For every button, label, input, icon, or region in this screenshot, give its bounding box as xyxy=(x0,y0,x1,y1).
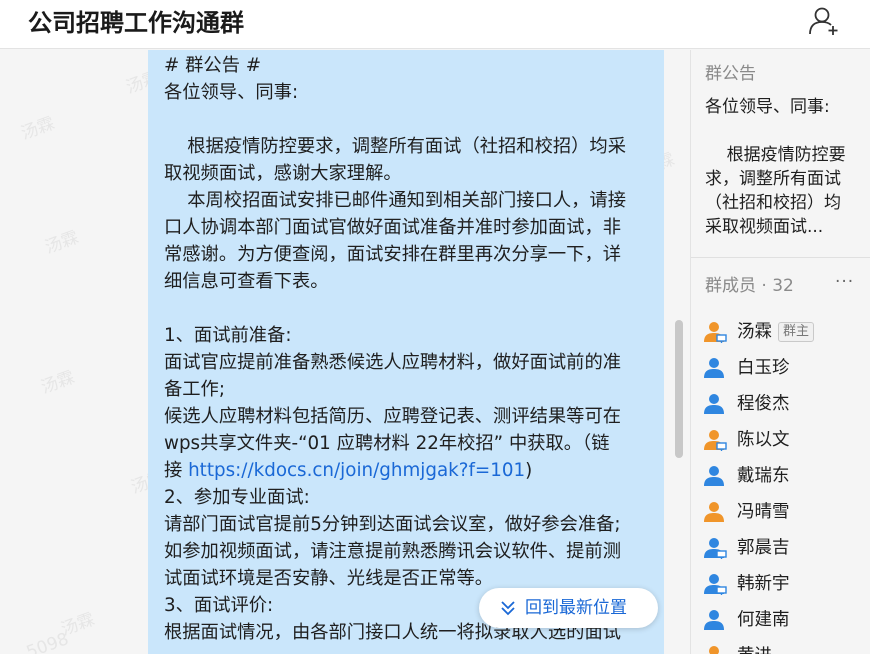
member-item[interactable]: 陈以文 xyxy=(703,422,868,458)
message-line: 细信息可查看下表。 xyxy=(164,271,329,292)
jump-to-latest-button[interactable]: 回到最新位置 xyxy=(479,588,658,628)
member-name: 韩新宇 xyxy=(737,574,790,594)
member-name: 陈以文 xyxy=(737,430,790,450)
member-name: 黄进 xyxy=(737,644,772,654)
notice-preview[interactable]: 各位领导、同事: 根据疫情防控要求，调整所有面试（社招和校招）均采取视频面试..… xyxy=(705,95,855,239)
member-item[interactable]: 白玉珍 xyxy=(703,350,868,386)
owner-badge: 群主 xyxy=(778,322,815,342)
user-icon xyxy=(703,644,727,654)
member-name: 何建南 xyxy=(737,610,790,630)
member-name: 郭晨吉 xyxy=(737,538,790,558)
member-item[interactable]: 冯晴雪 xyxy=(703,494,868,530)
user-icon xyxy=(703,464,727,488)
kdocs-link[interactable]: https://kdocs.cn/join/ghmjgak?f=101 xyxy=(188,460,525,481)
chat-area[interactable]: 汤霖 汤霖 汤霖 汤霖 汤霖 5098 汤霖 汤霖 # 群公告 #各位领导、同事… xyxy=(0,50,690,654)
double-chevron-down-icon xyxy=(497,597,519,619)
member-name: 白玉珍 xyxy=(737,358,790,378)
watermark: 5098 xyxy=(23,629,72,654)
member-item[interactable]: 黄进 xyxy=(703,638,868,654)
message-line: # 群公告 # xyxy=(164,55,262,76)
message-line: 如参加视频面试，请注意提前熟悉腾讯会议软件、提前测 xyxy=(164,541,622,562)
member-name: 汤霖 xyxy=(737,322,772,342)
member-name: 冯晴雪 xyxy=(737,502,790,522)
member-item[interactable]: 汤霖 群主 xyxy=(703,314,868,350)
message-line: 取视频面试，感谢大家理解。 xyxy=(164,163,402,184)
message-line xyxy=(164,295,654,322)
member-item[interactable]: 郭晨吉 xyxy=(703,530,868,566)
member-item[interactable]: 戴瑞东 xyxy=(703,458,868,494)
message-line: 面试官应提前准备熟悉候选人应聘材料，做好面试前的准 xyxy=(164,352,622,373)
members-heading: 群成员 · 32 xyxy=(705,276,794,296)
message-line: 常感谢。为方便查阅，面试安排在群里再次分享一下，详 xyxy=(164,244,622,265)
user-icon xyxy=(703,608,727,632)
member-name: 戴瑞东 xyxy=(737,466,790,486)
message-line: 各位领导、同事: xyxy=(164,82,299,103)
message-line: 备工作; xyxy=(164,379,226,400)
notice-heading: 群公告 xyxy=(705,64,756,84)
user-icon xyxy=(703,356,727,380)
message-line: 1、面试前准备: xyxy=(164,325,292,346)
chat-scrollbar[interactable] xyxy=(675,320,683,458)
message-line: 根据疫情防控要求，调整所有面试（社招和校招）均采 xyxy=(164,136,626,157)
jump-to-latest-label: 回到最新位置 xyxy=(525,598,627,618)
member-name: 程俊杰 xyxy=(737,394,790,414)
member-list: 汤霖群主白玉珍程俊杰陈以文戴瑞东冯晴雪郭晨吉韩新宇何建南黄进 xyxy=(703,314,868,654)
user-icon xyxy=(703,320,727,344)
message-line: 口人协调本部门面试官做好面试准备并准时参加面试，非 xyxy=(164,217,622,238)
message-line: 2、参加专业面试: xyxy=(164,487,310,508)
more-icon[interactable]: ··· xyxy=(835,272,854,292)
watermark: 汤霖 xyxy=(18,113,58,145)
member-item[interactable]: 程俊杰 xyxy=(703,386,868,422)
watermark: 汤霖 xyxy=(38,367,78,399)
add-member-icon[interactable] xyxy=(806,4,842,40)
message-line: 本周校招面试安排已邮件通知到相关部门接口人，请接 xyxy=(164,190,626,211)
message-link-line: 接 https://kdocs.cn/join/ghmjgak?f=101) xyxy=(164,460,533,481)
user-icon xyxy=(703,572,727,596)
message-line: 候选人应聘材料包括简历、应聘登记表、测评结果等可在 xyxy=(164,406,622,427)
message-line xyxy=(164,106,654,133)
user-icon xyxy=(703,428,727,452)
message-line: 请部门面试官提前5分钟到达面试会议室，做好参会准备; xyxy=(164,514,621,535)
user-icon xyxy=(703,500,727,524)
user-icon xyxy=(703,392,727,416)
announcement-message[interactable]: # 群公告 # 各位领导、同事: 根据疫情防控要求，调整所有面试（社招和校招）均采… xyxy=(148,50,664,654)
member-item[interactable]: 韩新宇 xyxy=(703,566,868,602)
user-icon xyxy=(703,536,727,560)
message-line: wps共享文件夹-“01 应聘材料 22年校招” 中获取。（链 xyxy=(164,433,610,454)
group-info-panel: 群公告 各位领导、同事: 根据疫情防控要求，调整所有面试（社招和校招）均采取视频… xyxy=(690,50,870,654)
chat-header: 公司招聘工作沟通群 xyxy=(0,0,870,49)
member-item[interactable]: 何建南 xyxy=(703,602,868,638)
watermark: 汤霖 xyxy=(42,227,82,259)
divider xyxy=(691,257,870,258)
group-title: 公司招聘工作沟通群 xyxy=(28,9,244,37)
message-body: # 群公告 # 各位领导、同事: 根据疫情防控要求，调整所有面试（社招和校招）均采… xyxy=(164,52,654,457)
